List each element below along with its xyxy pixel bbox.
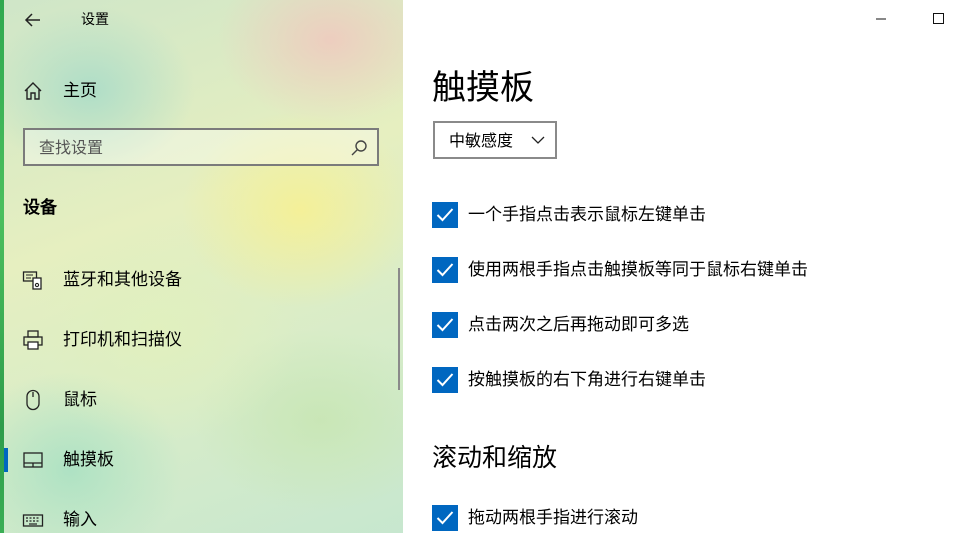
sensitivity-value: 中敏感度 xyxy=(449,131,514,150)
sensitivity-dropdown[interactable]: 中敏感度 xyxy=(433,121,557,159)
page-title: 触摸板 xyxy=(432,68,534,108)
search-input[interactable] xyxy=(25,130,345,164)
tap-option-two-finger-right-click[interactable]: 使用两根手指点击触摸板等同于鼠标右键单击 xyxy=(432,257,952,283)
maximize-button[interactable] xyxy=(926,6,952,32)
section-title: 设备 xyxy=(23,198,57,218)
sidebar: 设置 主页 设备 蓝牙和其他设备 打印机和扫描仪 xyxy=(0,0,403,533)
sidebar-item-mouse[interactable]: 鼠标 xyxy=(4,378,399,422)
sidebar-item-label: 触摸板 xyxy=(63,450,114,470)
sidebar-item-printers[interactable]: 打印机和扫描仪 xyxy=(4,318,399,362)
checkbox-label: 按触摸板的右下角进行右键单击 xyxy=(468,370,706,390)
tap-option-corner-right-click[interactable]: 按触摸板的右下角进行右键单击 xyxy=(432,367,952,393)
bluetooth-devices-icon xyxy=(22,271,42,290)
checkbox[interactable] xyxy=(432,202,458,228)
scroll-option-two-finger-drag[interactable]: 拖动两根手指进行滚动 xyxy=(432,505,952,531)
tap-option-left-click[interactable]: 一个手指点击表示鼠标左键单击 xyxy=(432,202,952,228)
checkmark-icon xyxy=(436,511,454,525)
checkbox-label: 拖动两根手指进行滚动 xyxy=(468,508,638,528)
sidebar-item-typing[interactable]: 输入 xyxy=(4,498,399,533)
tap-option-double-tap-drag[interactable]: 点击两次之后再拖动即可多选 xyxy=(432,312,952,338)
printer-icon xyxy=(23,330,43,350)
checkmark-icon xyxy=(436,263,454,277)
checkbox-label: 一个手指点击表示鼠标左键单击 xyxy=(468,205,706,225)
touchpad-icon xyxy=(23,452,43,468)
minimize-button[interactable] xyxy=(868,6,894,32)
sidebar-item-touchpad[interactable]: 触摸板 xyxy=(4,438,399,482)
home-icon xyxy=(24,82,42,100)
checkmark-icon xyxy=(436,208,454,222)
back-button[interactable] xyxy=(14,6,50,34)
checkmark-icon xyxy=(436,373,454,387)
sidebar-home-label: 主页 xyxy=(63,81,97,101)
checkbox-label: 使用两根手指点击触摸板等同于鼠标右键单击 xyxy=(468,260,808,280)
maximize-icon xyxy=(933,13,944,24)
checkbox[interactable] xyxy=(432,257,458,283)
chevron-down-icon xyxy=(531,136,545,144)
checkmark-icon xyxy=(436,318,454,332)
checkbox[interactable] xyxy=(432,312,458,338)
sidebar-item-label: 打印机和扫描仪 xyxy=(63,330,182,350)
minimize-icon xyxy=(876,18,886,20)
search-box[interactable] xyxy=(23,128,379,166)
checkbox-label: 点击两次之后再拖动即可多选 xyxy=(468,315,689,335)
search-icon[interactable] xyxy=(349,138,369,158)
sidebar-scrollbar[interactable] xyxy=(398,268,400,390)
section-heading-scroll-zoom: 滚动和缩放 xyxy=(432,443,558,472)
app-title: 设置 xyxy=(81,12,109,28)
sidebar-item-home[interactable]: 主页 xyxy=(16,76,396,106)
checkbox[interactable] xyxy=(432,505,458,531)
sidebar-item-label: 鼠标 xyxy=(63,390,97,410)
sidebar-item-label: 输入 xyxy=(63,510,97,530)
keyboard-icon xyxy=(22,514,44,527)
sidebar-item-label: 蓝牙和其他设备 xyxy=(63,270,182,290)
back-arrow-icon xyxy=(24,13,40,27)
checkbox[interactable] xyxy=(432,367,458,393)
sidebar-item-bluetooth[interactable]: 蓝牙和其他设备 xyxy=(4,258,399,302)
mouse-icon xyxy=(26,389,40,411)
